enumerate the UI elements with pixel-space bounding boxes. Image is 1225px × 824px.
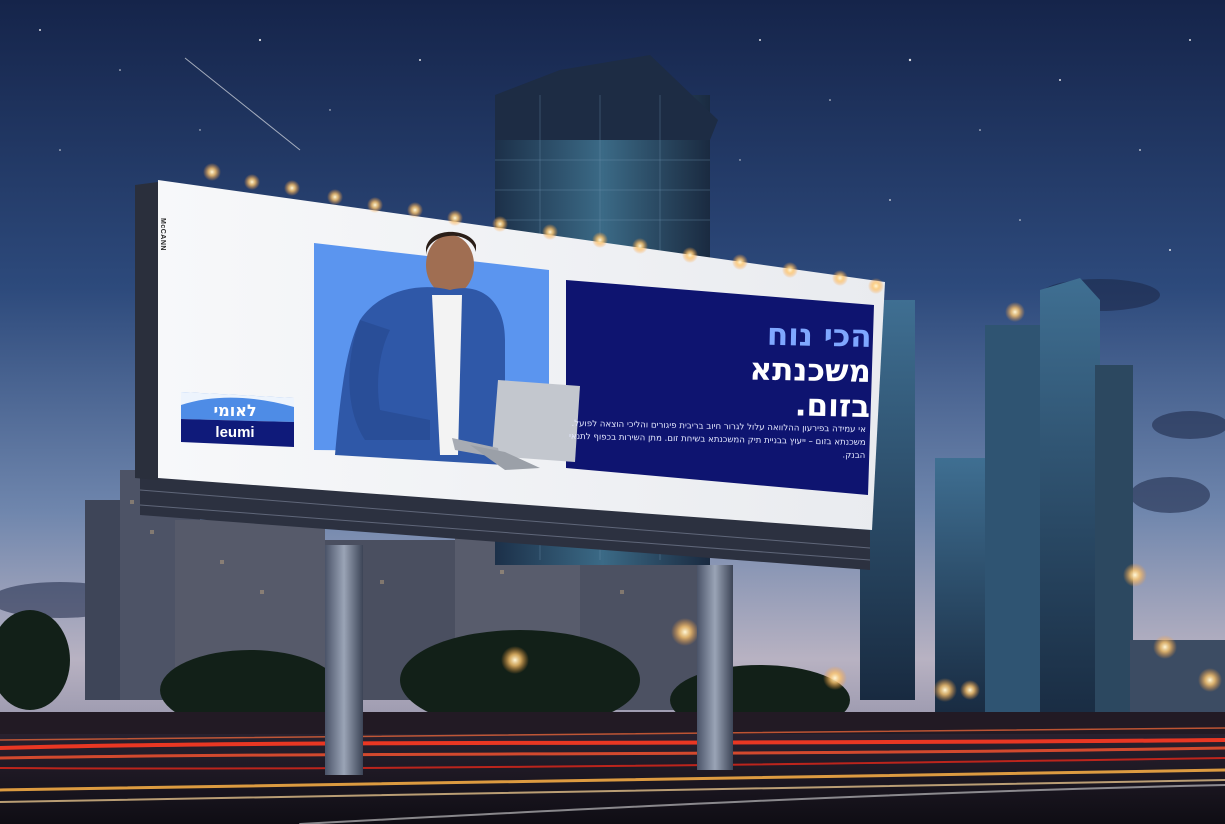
headline-line-1: הכי נוח xyxy=(766,316,873,355)
headline-line-2: משכנתא xyxy=(749,351,872,390)
guard-rail xyxy=(0,712,1225,734)
agency-mark: McCANN xyxy=(159,218,166,251)
brand-logo-english: leumi xyxy=(215,424,255,441)
billboard-headline: הכי נוח משכנתא בזום. xyxy=(610,315,872,425)
billboard-disclaimer: אי עמידה בפירעון ההלוואה עלול לגרור חיוב… xyxy=(568,418,866,461)
brand-logo-hebrew: לאומי xyxy=(213,401,257,420)
